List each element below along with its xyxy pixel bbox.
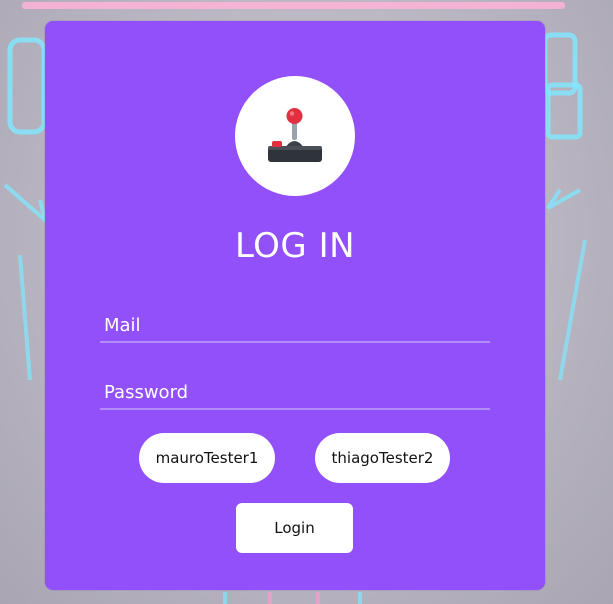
logo-badge <box>235 76 355 196</box>
joystick-icon <box>268 108 322 162</box>
quick-login-maurotester1-button[interactable]: mauroTester1 <box>139 433 275 483</box>
mail-input[interactable] <box>100 309 490 343</box>
login-card: LOG IN mauroTester1 thiagoTester2 Login <box>45 21 545 590</box>
login-button[interactable]: Login <box>236 503 353 553</box>
password-input[interactable] <box>100 376 490 410</box>
quick-login-thiagotester2-button[interactable]: thiagoTester2 <box>315 433 450 483</box>
page-title: LOG IN <box>234 226 356 266</box>
